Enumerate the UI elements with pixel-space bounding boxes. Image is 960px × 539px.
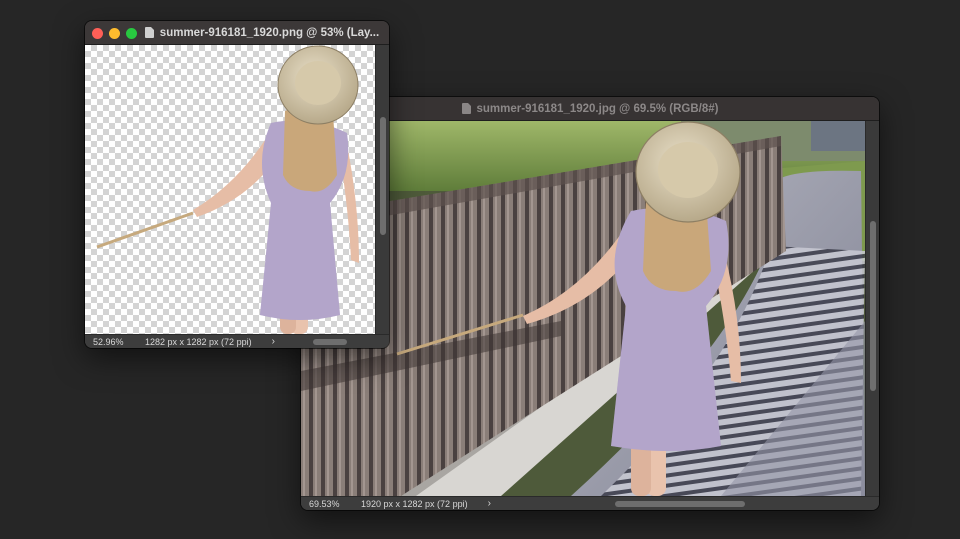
- document-icon: [461, 103, 471, 114]
- png-vertical-scroll-thumb[interactable]: [380, 117, 386, 235]
- jpg-document-dimensions: 1920 px x 1282 px (72 ppi): [361, 498, 468, 509]
- png-document-dimensions: 1282 px x 1282 px (72 ppi): [145, 336, 252, 347]
- jpg-window-title: summer-916181_1920.jpg @ 69.5% (RGB/8#): [476, 102, 719, 115]
- jpg-horizontal-scroll-thumb[interactable]: [615, 501, 745, 507]
- png-window-title: summer-916181_1920.png @ 53% (Lay...: [159, 26, 380, 39]
- window-controls: [92, 28, 137, 39]
- png-status-menu-arrow[interactable]: ›: [272, 336, 275, 347]
- close-button[interactable]: [92, 28, 103, 39]
- jpg-vertical-scroll-thumb[interactable]: [870, 221, 876, 391]
- png-status-bar: 52.96% 1282 px x 1282 px (72 ppi) ›: [85, 334, 389, 348]
- png-zoom-level[interactable]: 52.96%: [85, 337, 129, 347]
- png-horizontal-scroll-thumb[interactable]: [313, 339, 347, 345]
- cutout-image: [96, 45, 359, 334]
- jpg-zoom-level[interactable]: 69.53%: [301, 499, 345, 509]
- zoom-button[interactable]: [126, 28, 137, 39]
- document-icon: [144, 27, 154, 38]
- jpg-status-menu-arrow[interactable]: ›: [488, 498, 491, 509]
- png-layer-canvas[interactable]: [85, 45, 375, 334]
- png-document-window[interactable]: summer-916181_1920.png @ 53% (Lay... 52.…: [85, 21, 389, 348]
- jpg-vertical-scrollbar[interactable]: [865, 121, 879, 496]
- png-vertical-scrollbar[interactable]: [375, 45, 389, 334]
- jpg-status-bar: 69.53% 1920 px x 1282 px (72 ppi) ›: [301, 496, 879, 510]
- minimize-button[interactable]: [109, 28, 120, 39]
- png-window-titlebar[interactable]: summer-916181_1920.png @ 53% (Lay...: [85, 21, 389, 45]
